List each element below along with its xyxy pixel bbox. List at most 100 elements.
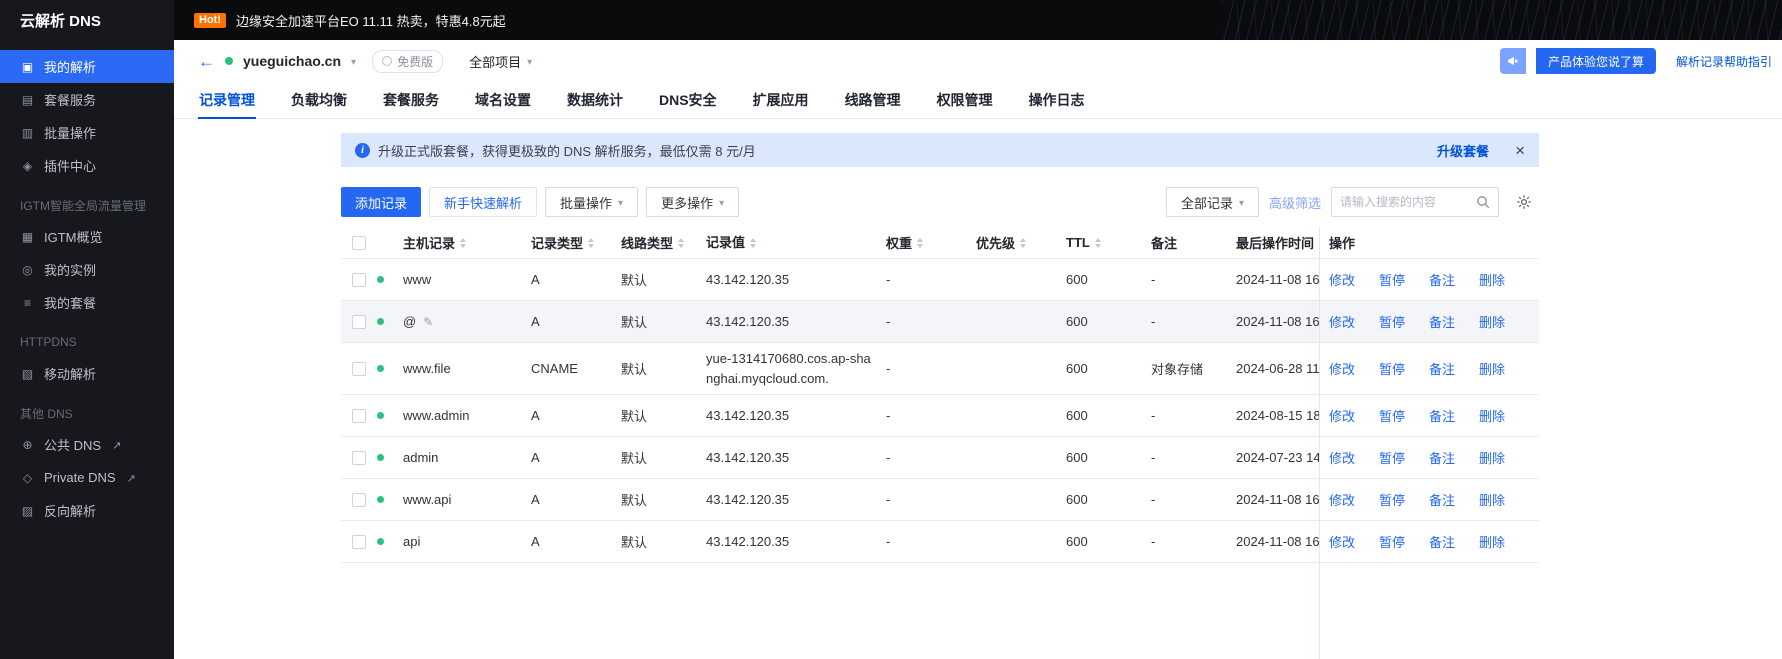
tab[interactable]: 线路管理 xyxy=(844,82,902,118)
action-pause[interactable]: 暂停 xyxy=(1379,448,1405,467)
col-weight[interactable]: 权重 xyxy=(886,233,976,252)
action-modify[interactable]: 修改 xyxy=(1329,490,1355,509)
col-type[interactable]: 记录类型 xyxy=(531,233,621,252)
tab[interactable]: 记录管理 xyxy=(198,82,256,119)
edit-host-icon[interactable] xyxy=(423,315,433,328)
sidebar-item[interactable]: ≡ 我的套餐 xyxy=(0,286,174,319)
sort-icon[interactable] xyxy=(460,237,467,248)
col-host[interactable]: 主机记录 xyxy=(403,233,531,252)
sidebar-item-icon: ⊕ xyxy=(22,437,33,452)
action-delete[interactable]: 删除 xyxy=(1479,312,1505,331)
type-cell: A xyxy=(531,492,540,507)
action-remark[interactable]: 备注 xyxy=(1429,312,1455,331)
row-checkbox[interactable] xyxy=(352,361,366,376)
col-priority[interactable]: 优先级 xyxy=(976,233,1066,252)
sidebar-item[interactable]: ⊕ 公共 DNS xyxy=(0,428,174,461)
action-pause[interactable]: 暂停 xyxy=(1379,532,1405,551)
sort-icon[interactable] xyxy=(1020,237,1027,248)
tab[interactable]: 域名设置 xyxy=(474,82,532,118)
sidebar-item[interactable]: ◈ 插件中心 xyxy=(0,149,174,182)
tab[interactable]: 数据统计 xyxy=(566,82,624,118)
action-delete[interactable]: 删除 xyxy=(1479,406,1505,425)
action-remark[interactable]: 备注 xyxy=(1429,406,1455,425)
action-pause[interactable]: 暂停 xyxy=(1379,359,1405,378)
action-pause[interactable]: 暂停 xyxy=(1379,490,1405,509)
sort-icon[interactable] xyxy=(917,237,924,248)
sort-icon[interactable] xyxy=(1094,237,1101,248)
batch-ops-dropdown[interactable]: 批量操作 xyxy=(545,187,639,217)
close-banner-icon[interactable] xyxy=(1515,142,1525,159)
action-modify[interactable]: 修改 xyxy=(1329,448,1355,467)
tab[interactable]: 负载均衡 xyxy=(290,82,348,118)
add-record-button[interactable]: 添加记录 xyxy=(341,187,422,217)
action-modify[interactable]: 修改 xyxy=(1329,312,1355,331)
domain-name[interactable]: yueguichao.cn xyxy=(243,53,341,69)
domain-caret-icon[interactable] xyxy=(351,53,356,69)
action-remark[interactable]: 备注 xyxy=(1429,270,1455,289)
action-modify[interactable]: 修改 xyxy=(1329,359,1355,378)
promo-text[interactable]: 边缘安全加速平台EO 11.11 热卖，特惠4.8元起 xyxy=(236,11,506,30)
action-remark[interactable]: 备注 xyxy=(1429,359,1455,378)
sidebar-item[interactable]: ▦ IGTM概览 xyxy=(0,220,174,253)
tab[interactable]: 套餐服务 xyxy=(382,82,440,118)
sidebar-item[interactable]: ▤ 套餐服务 xyxy=(0,83,174,116)
megaphone-icon[interactable] xyxy=(1499,48,1526,74)
action-pause[interactable]: 暂停 xyxy=(1379,406,1405,425)
upgrade-plan-link[interactable]: 升级套餐 xyxy=(1437,141,1489,160)
quick-setup-button[interactable]: 新手快速解析 xyxy=(429,187,538,217)
hot-badge: Hot! xyxy=(194,12,226,28)
action-modify[interactable]: 修改 xyxy=(1329,532,1355,551)
sort-icon[interactable] xyxy=(588,237,595,248)
col-line[interactable]: 线路类型 xyxy=(621,233,706,252)
row-checkbox[interactable] xyxy=(352,492,366,507)
action-modify[interactable]: 修改 xyxy=(1329,406,1355,425)
sidebar-item-icon: ▤ xyxy=(21,92,34,107)
sidebar-item[interactable]: ▣ 我的解析 xyxy=(0,50,174,83)
chevron-down-icon xyxy=(618,195,623,209)
tab[interactable]: 操作日志 xyxy=(1028,82,1086,118)
action-remark[interactable]: 备注 xyxy=(1429,490,1455,509)
sidebar-item-icon: ◇ xyxy=(22,470,33,485)
feedback-button[interactable]: 产品体验您说了算 xyxy=(1535,48,1656,74)
back-arrow-button[interactable] xyxy=(198,53,215,70)
action-delete[interactable]: 删除 xyxy=(1479,359,1505,378)
row-checkbox[interactable] xyxy=(352,450,366,465)
search-box[interactable] xyxy=(1331,187,1499,217)
row-checkbox[interactable] xyxy=(352,314,366,329)
record-filter-dropdown[interactable]: 全部记录 xyxy=(1165,187,1259,217)
action-remark[interactable]: 备注 xyxy=(1429,448,1455,467)
more-ops-dropdown[interactable]: 更多操作 xyxy=(646,187,740,217)
select-all-checkbox[interactable] xyxy=(352,235,366,250)
row-checkbox[interactable] xyxy=(352,272,366,287)
action-pause[interactable]: 暂停 xyxy=(1379,312,1405,331)
row-checkbox[interactable] xyxy=(352,534,366,549)
search-input[interactable] xyxy=(1340,195,1470,209)
sort-icon[interactable] xyxy=(750,237,757,248)
action-pause[interactable]: 暂停 xyxy=(1379,270,1405,289)
row-checkbox[interactable] xyxy=(352,408,366,423)
action-remark[interactable]: 备注 xyxy=(1429,532,1455,551)
advanced-filter-link[interactable]: 高级筛选 xyxy=(1269,193,1321,212)
col-updated[interactable]: 最后操作时间 xyxy=(1236,233,1319,252)
col-ttl[interactable]: TTL xyxy=(1066,235,1151,250)
project-selector[interactable]: 全部项目 xyxy=(469,52,532,71)
tab[interactable]: DNS安全 xyxy=(658,82,718,118)
search-icon[interactable] xyxy=(1476,195,1490,209)
action-delete[interactable]: 删除 xyxy=(1479,490,1505,509)
tab[interactable]: 扩展应用 xyxy=(752,82,810,118)
col-value[interactable]: 记录值 xyxy=(706,227,886,259)
action-delete[interactable]: 删除 xyxy=(1479,448,1505,467)
sort-icon[interactable] xyxy=(678,237,685,248)
sidebar-item[interactable]: ◇ Private DNS xyxy=(0,461,174,494)
settings-gear-icon[interactable] xyxy=(1509,187,1539,217)
decorative-waves xyxy=(1222,0,1782,40)
help-guide-link[interactable]: 解析记录帮助指引 xyxy=(1676,53,1772,70)
sidebar-item[interactable]: ▥ 批量操作 xyxy=(0,116,174,149)
action-delete[interactable]: 删除 xyxy=(1479,270,1505,289)
action-delete[interactable]: 删除 xyxy=(1479,532,1505,551)
action-modify[interactable]: 修改 xyxy=(1329,270,1355,289)
sidebar-item[interactable]: ▨ 反向解析 xyxy=(0,494,174,527)
tab[interactable]: 权限管理 xyxy=(936,82,994,118)
sidebar-item[interactable]: ▧ 移动解析 xyxy=(0,357,174,390)
sidebar-item[interactable]: ◎ 我的实例 xyxy=(0,253,174,286)
